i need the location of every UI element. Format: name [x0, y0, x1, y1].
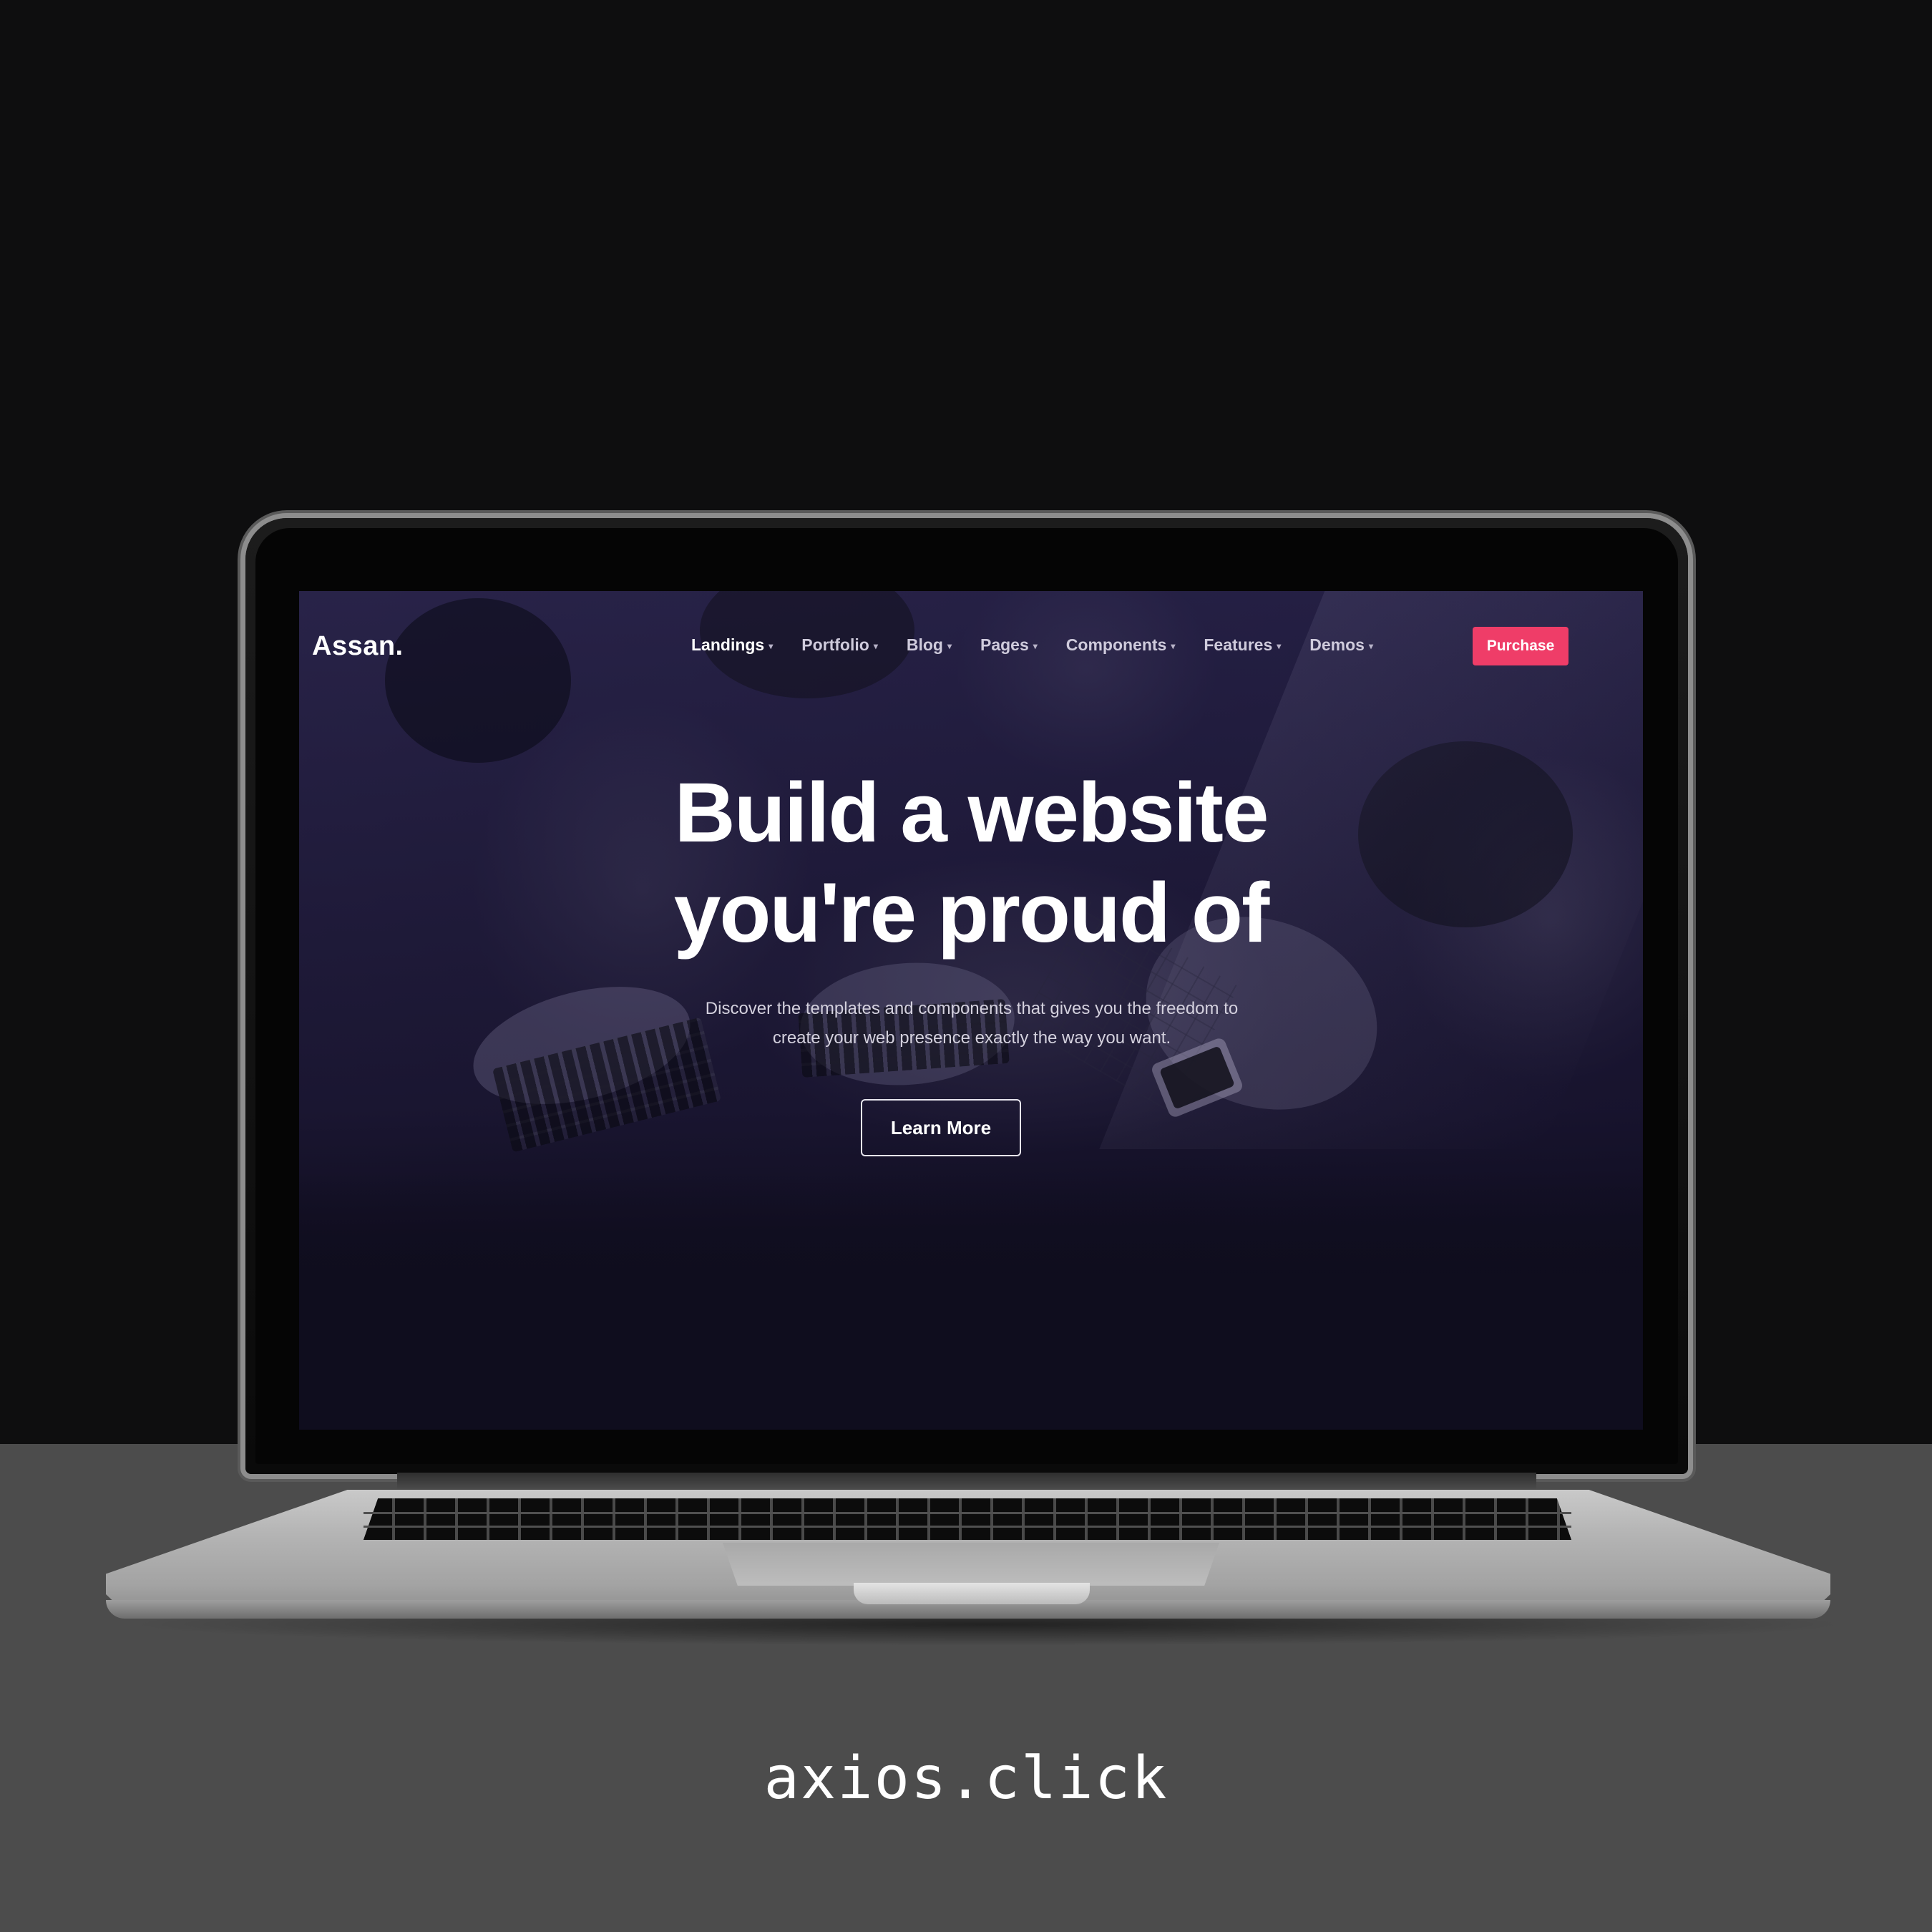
- site-logo[interactable]: Assan.: [312, 631, 404, 662]
- chevron-down-icon: ▾: [1368, 640, 1374, 651]
- nav-item-blog[interactable]: Blog ▾: [907, 635, 952, 655]
- chevron-down-icon: ▾: [1277, 640, 1282, 651]
- site-navbar: Assan. Landings ▾ Portfolio ▾ Blog ▾ Pages ▾…: [299, 591, 1643, 698]
- nav-item-label: Pages: [980, 635, 1029, 654]
- nav-item-label: Portfolio: [801, 635, 869, 654]
- website-screen: Assan. Landings ▾ Portfolio ▾ Blog ▾ Pages ▾…: [299, 591, 1643, 1430]
- learn-more-button[interactable]: Learn More: [861, 1099, 1021, 1156]
- nav-item-label: Blog: [906, 635, 943, 654]
- nav-item-label: Components: [1065, 635, 1167, 654]
- nav-item-features[interactable]: Features ▾: [1204, 635, 1281, 655]
- chevron-down-icon: ▾: [1033, 640, 1038, 651]
- hero-subtitle-line-2: create your web presence exactly the way…: [772, 1028, 1171, 1048]
- chevron-down-icon: ▾: [947, 640, 952, 651]
- keyboard-row-divider: [364, 1512, 1571, 1514]
- nav-item-label: Landings: [691, 635, 765, 654]
- hero-bottom-fade: [299, 1172, 1643, 1430]
- laptop-keyboard: [364, 1498, 1571, 1540]
- nav-item-pages[interactable]: Pages ▾: [980, 635, 1038, 655]
- watermark-caption: axios.click: [763, 1745, 1169, 1813]
- chevron-down-icon: ▾: [873, 640, 878, 651]
- nav-item-portfolio[interactable]: Portfolio ▾: [801, 635, 878, 655]
- chevron-down-icon: ▾: [769, 640, 774, 651]
- main-menu: Landings ▾ Portfolio ▾ Blog ▾ Pages ▾ Compon…: [691, 635, 1402, 655]
- nav-item-components[interactable]: Components ▾: [1066, 635, 1176, 655]
- purchase-button[interactable]: Purchase: [1473, 627, 1568, 665]
- laptop-trackpad: [723, 1543, 1219, 1586]
- hero-title-line-2: you're proud of: [673, 866, 1270, 960]
- hero-subtitle: Discover the templates and components th…: [607, 994, 1337, 1053]
- hero-title-line-1: Build a website: [674, 766, 1269, 860]
- nav-item-landings[interactable]: Landings ▾: [691, 635, 773, 655]
- nav-item-demos[interactable]: Demos ▾: [1309, 635, 1373, 655]
- hero-subtitle-line-1: Discover the templates and components th…: [705, 999, 1239, 1018]
- keyboard-row-divider: [364, 1526, 1571, 1528]
- hero-title: Build a website you're proud of: [299, 763, 1643, 963]
- nav-item-label: Demos: [1309, 635, 1365, 654]
- chevron-down-icon: ▾: [1171, 640, 1176, 651]
- laptop-opening-notch: [854, 1583, 1090, 1604]
- nav-item-label: Features: [1204, 635, 1273, 654]
